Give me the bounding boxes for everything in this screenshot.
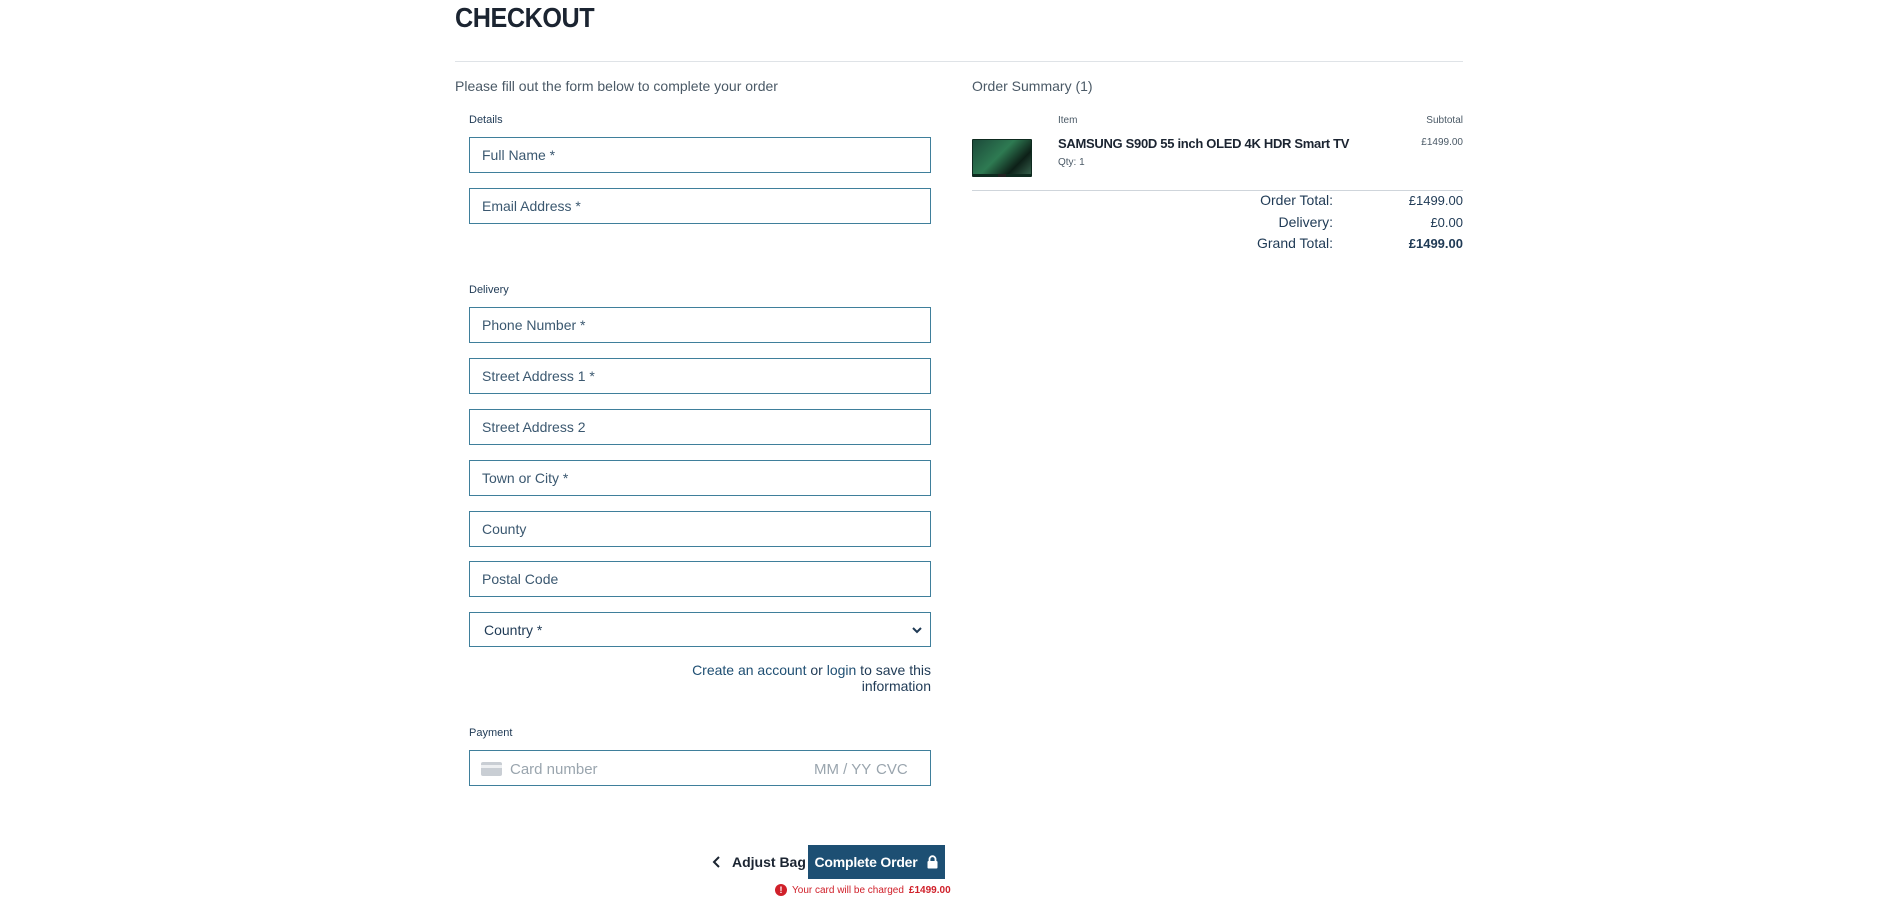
product-price: £1499.00 [1421, 137, 1463, 148]
credit-card-icon [481, 762, 502, 776]
county-input[interactable] [469, 511, 931, 547]
account-prompt: Create an account or login to save this … [655, 662, 931, 694]
chevron-down-icon [912, 627, 922, 634]
item-column-header: Item [1058, 115, 1078, 126]
product-name: SAMSUNG S90D 55 inch OLED 4K HDR Smart T… [1058, 136, 1350, 151]
login-link[interactable]: login [827, 662, 857, 678]
postal-code-input[interactable] [469, 561, 931, 597]
chevron-left-icon [712, 856, 720, 868]
order-total-label: Order Total: [1260, 192, 1333, 208]
charge-amount: £1499.00 [908, 884, 951, 896]
alert-circle-icon: ! [775, 884, 787, 896]
page-title: CHECKOUT [455, 2, 595, 33]
account-or-text: or [806, 662, 827, 678]
details-section-label: Details [469, 114, 503, 126]
adjust-bag-label: Adjust Bag [732, 854, 806, 870]
grand-total-value: £1499.00 [1408, 236, 1463, 251]
adjust-bag-button[interactable]: Adjust Bag [712, 848, 806, 876]
email-input[interactable] [469, 188, 931, 224]
account-suffix-text: to save this information [856, 662, 931, 694]
street-address-1-input[interactable] [469, 358, 931, 394]
country-select[interactable]: Country * [469, 612, 931, 647]
delivery-value: £0.00 [1430, 215, 1463, 230]
complete-order-label: Complete Order [814, 854, 918, 870]
complete-order-button[interactable]: Complete Order [808, 845, 945, 879]
town-city-input[interactable] [469, 460, 931, 496]
product-thumbnail [972, 139, 1032, 177]
charge-notice-text: Your card will be charged [792, 884, 904, 896]
form-intro: Please fill out the form below to comple… [455, 78, 778, 94]
card-input[interactable]: Card number MM / YY CVC [469, 750, 931, 786]
lock-icon [927, 855, 937, 869]
grand-total-label: Grand Total: [1256, 235, 1333, 251]
delivery-section-label: Delivery [469, 284, 509, 296]
delivery-label: Delivery: [1278, 214, 1333, 230]
charge-notice: ! Your card will be charged £1499.00 [775, 884, 951, 896]
order-summary-title: Order Summary (1) [972, 78, 1093, 94]
card-number-field[interactable]: Card number [510, 761, 598, 778]
checkout-page: CHECKOUT Please fill out the form below … [0, 0, 1903, 902]
subtotal-column-header: Subtotal [1426, 115, 1463, 126]
header-divider [455, 61, 1463, 62]
order-total-value: £1499.00 [1408, 193, 1463, 208]
full-name-input[interactable] [469, 137, 931, 173]
card-expiry-field[interactable]: MM / YY [814, 761, 871, 778]
create-account-link[interactable]: Create an account [692, 662, 806, 678]
country-select-value: Country * [484, 622, 543, 638]
phone-input[interactable] [469, 307, 931, 343]
product-qty: Qty: 1 [1058, 157, 1085, 168]
payment-section-label: Payment [469, 727, 513, 739]
summary-divider [972, 190, 1463, 191]
card-cvc-field[interactable]: CVC [876, 761, 908, 778]
street-address-2-input[interactable] [469, 409, 931, 445]
